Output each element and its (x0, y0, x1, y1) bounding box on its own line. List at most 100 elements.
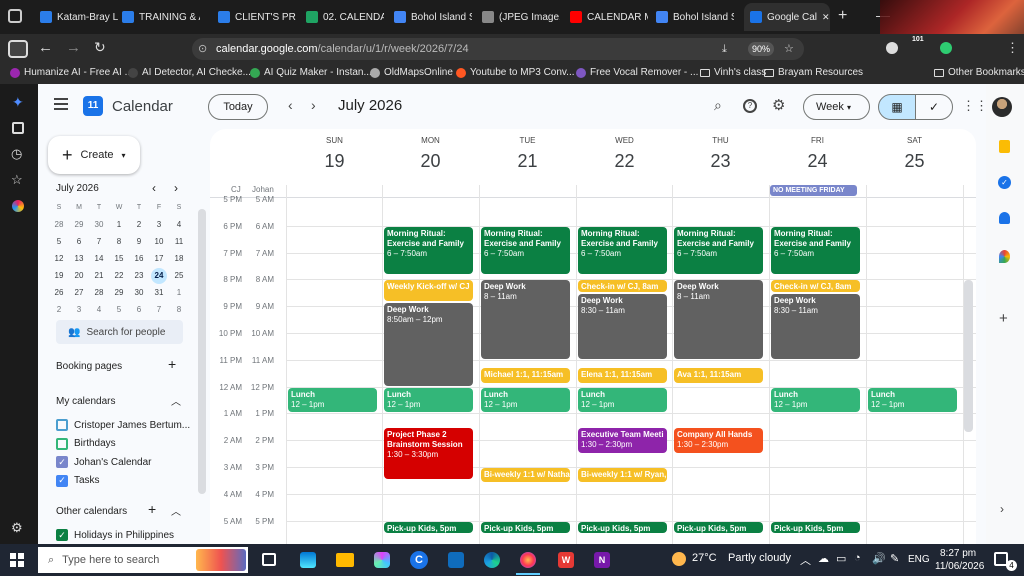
mini-day[interactable]: 25 (169, 267, 189, 284)
firefox-icon[interactable] (520, 552, 536, 568)
tab-actions-icon[interactable] (8, 9, 22, 23)
settings-icon[interactable]: ⚙ (772, 96, 785, 114)
search-icon[interactable]: ⌕ (714, 97, 722, 114)
calendar-event[interactable]: Pick-up Kids, 5pm (481, 521, 570, 533)
checkbox-checked-icon[interactable]: ✓ (56, 456, 68, 468)
calendar-event[interactable]: Pick-up Kids, 5pm (771, 521, 860, 533)
calendar-view-toggle[interactable]: ▦ (878, 94, 916, 120)
browser-tab[interactable]: CLIENT'S PRO (212, 5, 296, 29)
calendar-list-item[interactable]: ✓ Johan's Calendar (56, 456, 152, 468)
mini-day[interactable]: 2 (129, 216, 149, 233)
bookmark-item[interactable]: AI Quiz Maker - Instan... (250, 67, 372, 78)
mini-day[interactable]: 9 (129, 233, 149, 250)
day-header[interactable]: TUE 21 (479, 136, 576, 172)
tasks-view-toggle[interactable]: ✓ (915, 94, 953, 120)
favorites-icon[interactable]: ☆ (11, 172, 23, 188)
history-icon[interactable]: ◷ (11, 146, 22, 162)
calendar-event[interactable]: Deep Work 8:50am – 12pm (384, 302, 473, 386)
mini-day[interactable]: 30 (129, 284, 149, 301)
add-addon-icon[interactable]: + (999, 310, 1008, 327)
forward-icon[interactable]: → (66, 39, 81, 56)
day-number[interactable]: 21 (479, 151, 576, 172)
calendar-event[interactable]: Company All Hands 1:30 – 2:30pm (674, 427, 763, 453)
calendar-event[interactable]: Lunch 12 – 1pm (578, 387, 667, 413)
next-week-icon[interactable]: › (311, 97, 316, 113)
extension-icon[interactable] (940, 42, 952, 54)
view-switcher[interactable]: Week ▾ (803, 94, 870, 120)
user-avatar[interactable] (992, 97, 1012, 117)
task-view-icon[interactable] (262, 553, 276, 566)
onenote-icon[interactable]: N (594, 552, 610, 568)
calendar-event[interactable]: Lunch 12 – 1pm (868, 387, 957, 413)
calendar-list-item[interactable]: ✓ Holidays in Philippines (56, 529, 174, 541)
maps-icon[interactable] (999, 250, 1010, 263)
mini-day[interactable]: 10 (149, 233, 169, 250)
weather-temp[interactable]: 27°C (692, 552, 717, 564)
weather-desc[interactable]: Partly cloudy (728, 552, 791, 564)
calendar-event[interactable]: Elena 1:1, 11:15am (578, 367, 667, 383)
main-menu-icon[interactable] (54, 98, 68, 110)
calendar-event[interactable]: Morning Ritual: Exercise and Family 6 – 7… (384, 226, 473, 274)
mini-day[interactable]: 16 (129, 250, 149, 267)
contacts-icon[interactable] (999, 212, 1010, 224)
edge-icon[interactable] (484, 552, 500, 568)
bookmark-item[interactable]: Free Vocal Remover - ... (576, 67, 698, 78)
mini-day[interactable]: 11 (169, 233, 189, 250)
calendar-event[interactable]: Weekly Kick-off w/ CJ (384, 280, 473, 301)
browser-tab[interactable]: TRAINING & A (116, 5, 200, 29)
menu-icon[interactable]: ⋮ (1006, 40, 1019, 56)
day-number[interactable]: 24 (769, 151, 866, 172)
add-other-calendar-icon[interactable]: + (148, 501, 156, 517)
calendar-event[interactable]: Michael 1:1, 11:15am (481, 367, 570, 383)
calendar-event[interactable]: Bi-weekly 1:1 w/ Ryan, (578, 468, 667, 483)
browser-tab[interactable]: (JPEG Image, 1024 (476, 5, 560, 29)
mini-day[interactable]: 19 (49, 267, 69, 284)
collections-icon[interactable] (12, 122, 24, 134)
clock-date[interactable]: 11/06/2026 (935, 561, 984, 572)
keep-icon[interactable] (999, 140, 1010, 153)
mini-day[interactable]: 22 (109, 267, 129, 284)
zoom-badge[interactable]: 90% (748, 42, 775, 56)
mini-day[interactable]: 4 (169, 216, 189, 233)
checkbox-checked-icon[interactable]: ✓ (56, 474, 68, 487)
today-button[interactable]: Today (208, 94, 268, 120)
calendar-event[interactable]: Deep Work 8:30 – 11am (578, 293, 667, 359)
calendar-event[interactable]: Pick-up Kids, 5pm (674, 521, 763, 533)
settings-gear-icon[interactable]: ⚙ (11, 520, 23, 536)
my-calendars-title[interactable]: My calendars (56, 396, 115, 407)
create-button[interactable]: + Create ▾ (48, 136, 140, 174)
grid-scrollbar[interactable] (964, 280, 973, 432)
mini-day[interactable]: 7 (149, 301, 169, 318)
favorite-star-icon[interactable]: ☆ (784, 38, 794, 60)
day-header[interactable]: SUN 19 (286, 136, 383, 172)
calendar-event[interactable]: Check-in w/ CJ, 8am (771, 280, 860, 292)
wifi-icon[interactable]: ◔ (854, 552, 861, 564)
apps-icon[interactable] (12, 200, 24, 212)
day-header[interactable]: WED 22 (576, 136, 673, 172)
calendar-event[interactable]: Morning Ritual: Exercise and Family 6 – 7… (481, 226, 570, 274)
calendar-list-item[interactable]: ✓ Tasks (56, 474, 100, 487)
profile-icon[interactable] (886, 42, 898, 54)
mini-day[interactable]: 13 (69, 250, 89, 267)
calendar-event[interactable]: Deep Work 8:30 – 11am (771, 293, 860, 359)
browser-tab[interactable]: Bohol Island S (388, 5, 472, 29)
sidebar-toggle-icon[interactable] (8, 40, 28, 58)
help-icon[interactable]: ? (743, 99, 757, 113)
mini-day[interactable]: 4 (89, 301, 109, 318)
chevron-up-icon[interactable]: ︿ (171, 503, 181, 518)
site-info-icon[interactable]: ⊙ (198, 38, 207, 60)
mini-prev-icon[interactable]: ‹ (152, 181, 156, 195)
calendar-event[interactable]: Project Phase 2 Brainstorm Session 1:30 –… (384, 427, 473, 480)
reload-icon[interactable]: ↻ (94, 39, 106, 56)
mini-day[interactable]: 7 (89, 233, 109, 250)
calendar-event[interactable]: Deep Work 8 – 11am (674, 280, 763, 359)
mini-day[interactable]: 20 (69, 267, 89, 284)
mini-day[interactable]: 5 (49, 233, 69, 250)
calendar-event[interactable]: Lunch 12 – 1pm (384, 387, 473, 413)
prev-week-icon[interactable]: ‹ (288, 97, 293, 113)
calendar-event[interactable]: Lunch 12 – 1pm (288, 387, 377, 413)
calendar-event[interactable]: Deep Work 8 – 11am (481, 280, 570, 359)
day-header[interactable]: SAT 25 (866, 136, 963, 172)
browser-tab[interactable]: Google Cal ✕ (744, 3, 830, 31)
mini-day[interactable]: 29 (109, 284, 129, 301)
